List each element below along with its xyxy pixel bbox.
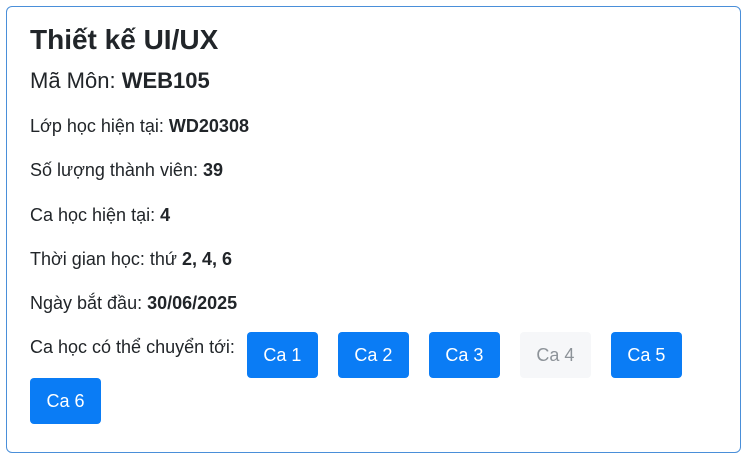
start-date-label: Ngày bắt đầu: [30, 293, 143, 313]
current-class-label: Lớp học hiện tại: [30, 116, 164, 136]
shift-button-6[interactable]: Ca 6 [30, 378, 101, 424]
start-date-row: Ngày bắt đầu: 30/06/2025 [30, 291, 237, 315]
current-class-row: Lớp học hiện tại: WD20308 [30, 114, 249, 138]
course-code-label: Mã Môn: [30, 68, 116, 93]
shift-button-3[interactable]: Ca 3 [428, 332, 500, 378]
schedule-label: Thời gian học: thứ [30, 249, 177, 269]
course-title: Thiết kế UI/UX [30, 24, 219, 55]
shift-button-5[interactable]: Ca 5 [610, 332, 682, 378]
member-count-label: Số lượng thành viên: [30, 160, 198, 180]
shift-button-4: Ca 4 [519, 332, 591, 378]
start-date-value: 30/06/2025 [147, 293, 238, 313]
current-shift-label: Ca học hiện tại: [30, 205, 156, 225]
schedule-value: 2, 4, 6 [181, 249, 232, 269]
schedule-row: Thời gian học: thứ 2, 4, 6 [30, 247, 232, 271]
member-count-row: Số lượng thành viên: 39 [30, 158, 223, 182]
current-shift-row: Ca học hiện tại: 4 [30, 203, 170, 227]
current-class-value: WD20308 [168, 116, 249, 136]
member-count-value: 39 [202, 160, 224, 180]
course-code: Mã Môn: WEB105 [30, 67, 210, 95]
shift-button-1[interactable]: Ca 1 [246, 332, 318, 378]
shift-button-2[interactable]: Ca 2 [337, 332, 409, 378]
current-shift-value: 4 [160, 205, 171, 225]
transfer-shift-group: Ca học có thể chuyển tới: Ca 1 Ca 2 Ca 3… [30, 332, 720, 424]
course-card: Thiết kế UI/UX Mã Môn: WEB105 Lớp học hi… [6, 6, 741, 453]
transfer-shift-label: Ca học có thể chuyển tới: [30, 337, 235, 357]
course-code-value: WEB105 [121, 68, 210, 93]
